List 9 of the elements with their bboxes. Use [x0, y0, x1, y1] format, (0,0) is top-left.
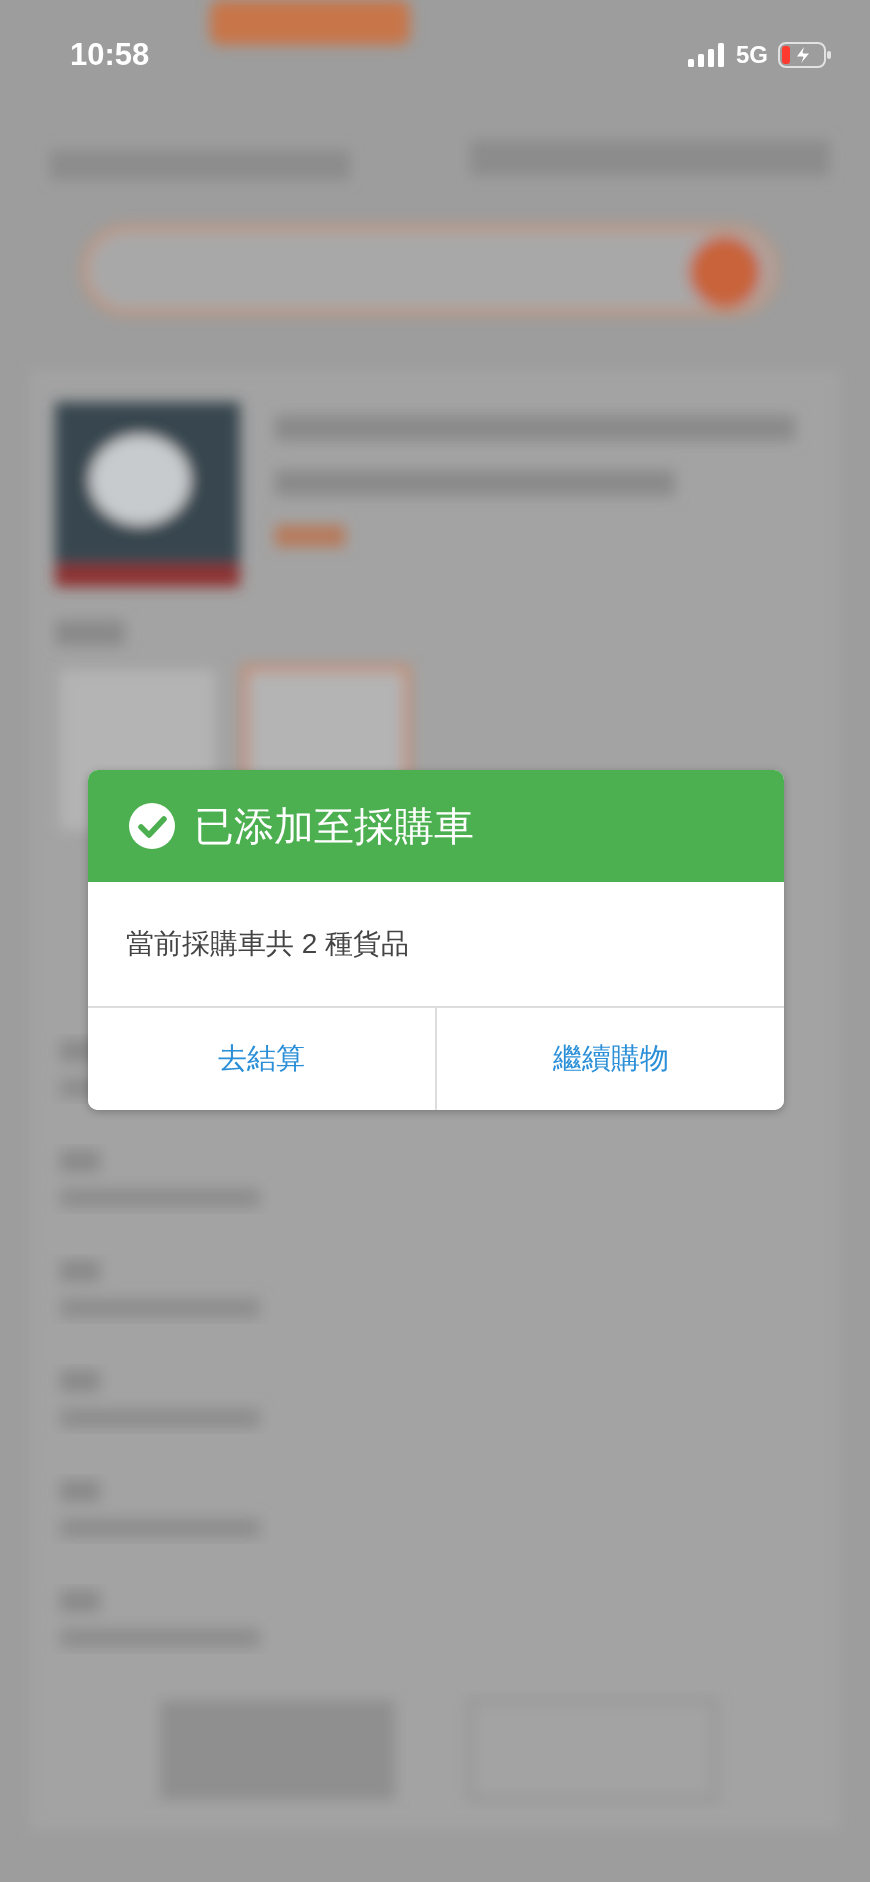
dialog-title: 已添加至採購車: [194, 802, 474, 850]
clock-time: 10:58: [70, 37, 150, 73]
battery-charging-icon: [778, 42, 832, 68]
check-circle-icon: [128, 802, 176, 850]
dialog-message: 當前採購車共 2 種貨品: [126, 927, 410, 961]
network-label: 5G: [736, 41, 768, 69]
dialog-button[interactable]: 繼續購物: [435, 1008, 784, 1110]
signal-icon: [688, 43, 726, 67]
dialog-button[interactable]: 去結算: [88, 1008, 435, 1110]
